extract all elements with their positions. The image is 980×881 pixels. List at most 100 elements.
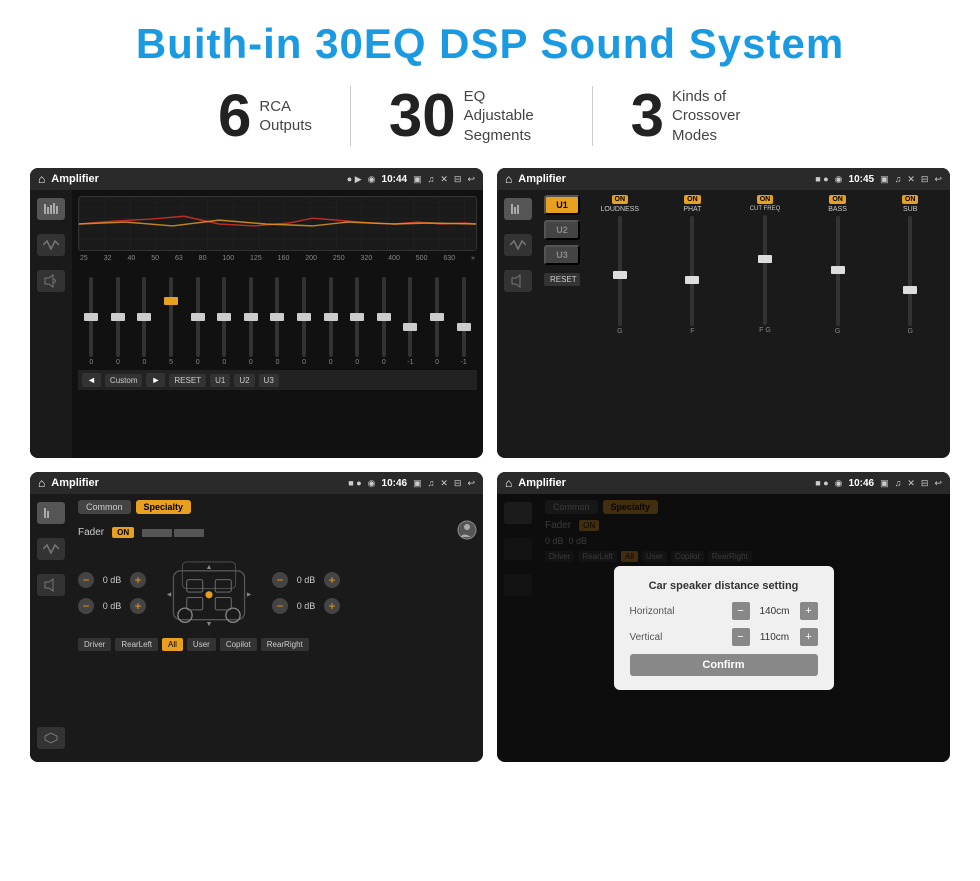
eq-side-icon-equalizer[interactable]: [37, 198, 65, 220]
close-icon-3[interactable]: ✕: [440, 478, 448, 489]
tab-common[interactable]: Common: [78, 500, 131, 514]
eq-slider-2[interactable]: 0: [109, 277, 127, 366]
camera-icon-4: ▣: [880, 478, 889, 489]
channel-cutfreq: ON CUT FREQ F G: [730, 195, 800, 335]
fader-side-wave[interactable]: [37, 538, 65, 560]
eq-u2-button[interactable]: U2: [234, 374, 254, 387]
fader-plus-1[interactable]: +: [130, 572, 146, 588]
eq-slider-12[interactable]: 0: [375, 277, 393, 366]
fader-btn-copilot[interactable]: Copilot: [220, 638, 257, 651]
location-icon-3: ◉: [368, 478, 376, 489]
status-bar-1: ⌂ Amplifier ● ▶ ◉ 10:44 ▣ ♫ ✕ ⊟ ↩: [30, 168, 483, 190]
loudness-on[interactable]: ON: [612, 195, 629, 204]
fader-minus-3[interactable]: −: [272, 572, 288, 588]
preset-u1[interactable]: U1: [544, 195, 580, 215]
minimize-icon-3[interactable]: ⊟: [454, 478, 462, 489]
eq-slider-1[interactable]: 0: [82, 277, 100, 366]
fader-side-eq[interactable]: [37, 502, 65, 524]
eq-side-icon-wave[interactable]: [37, 234, 65, 256]
eq-slider-3[interactable]: 0: [135, 277, 153, 366]
preset-u3[interactable]: U3: [544, 245, 580, 265]
fader-slider-h1[interactable]: [142, 529, 172, 537]
stats-row: 6 RCAOutputs 30 EQ AdjustableSegments 3 …: [30, 86, 950, 146]
eq-side-icon-speaker[interactable]: [37, 270, 65, 292]
phat-on[interactable]: ON: [684, 195, 701, 204]
fader-plus-2[interactable]: +: [130, 598, 146, 614]
status-bar-2: ⌂ Amplifier ■ ● ◉ 10:45 ▣ ♫ ✕ ⊟ ↩: [497, 168, 950, 190]
dialog-horizontal-minus[interactable]: −: [732, 602, 750, 620]
home-icon-2[interactable]: ⌂: [505, 172, 512, 186]
eq-slider-5[interactable]: 0: [189, 277, 207, 366]
eq-prev-button[interactable]: ◄: [82, 373, 101, 387]
eq-custom-button[interactable]: Custom: [105, 374, 143, 387]
minimize-icon-4[interactable]: ⊟: [921, 478, 929, 489]
fader-btn-driver[interactable]: Driver: [78, 638, 111, 651]
fader-plus-3[interactable]: +: [324, 572, 340, 588]
back-icon-4[interactable]: ↩: [934, 478, 942, 489]
fader-db-value-1: 0 dB: [98, 575, 126, 585]
minimize-icon-2[interactable]: ⊟: [921, 174, 929, 185]
fader-slider-h2[interactable]: [174, 529, 204, 537]
dialog-vertical-minus[interactable]: −: [732, 628, 750, 646]
home-icon-3[interactable]: ⌂: [38, 476, 45, 490]
svg-text:◄: ◄: [165, 591, 172, 599]
eq-main-panel: 25 32 40 50 63 80 100 125 160 200 250 32…: [72, 190, 483, 458]
close-icon-4[interactable]: ✕: [907, 478, 915, 489]
preset-col: U1 U2 U3 RESET: [544, 195, 580, 286]
eq-slider-14[interactable]: 0: [428, 277, 446, 366]
eq-slider-7[interactable]: 0: [242, 277, 260, 366]
crossover-reset[interactable]: RESET: [544, 273, 580, 286]
car-diagram: ▲ ▼ ◄ ►: [154, 553, 264, 633]
stat-rca-number: 6: [218, 86, 251, 146]
eq-slider-10[interactable]: 0: [322, 277, 340, 366]
fader-minus-2[interactable]: −: [78, 598, 94, 614]
eq-slider-8[interactable]: 0: [268, 277, 286, 366]
eq-u3-button[interactable]: U3: [259, 374, 279, 387]
fader-user-icon[interactable]: [457, 520, 477, 545]
eq-slider-15[interactable]: -1: [455, 277, 473, 366]
dialog-horizontal-plus[interactable]: +: [800, 602, 818, 620]
fader-minus-4[interactable]: −: [272, 598, 288, 614]
close-icon-1[interactable]: ✕: [440, 174, 448, 185]
fader-on-badge[interactable]: ON: [112, 527, 134, 538]
eq-next-button[interactable]: ►: [146, 373, 165, 387]
fader-btn-rearleft[interactable]: RearLeft: [115, 638, 158, 651]
fader-side-speaker[interactable]: [37, 574, 65, 596]
eq-slider-13[interactable]: -1: [401, 277, 419, 366]
back-icon-2[interactable]: ↩: [934, 174, 942, 185]
fader-tabs: Common Specialty: [78, 500, 477, 514]
eq-slider-4[interactable]: 5: [162, 277, 180, 366]
status-title-1: Amplifier: [51, 173, 341, 185]
fader-minus-1[interactable]: −: [78, 572, 94, 588]
crossover-side-wave[interactable]: [504, 234, 532, 256]
close-icon-2[interactable]: ✕: [907, 174, 915, 185]
dialog-vertical-plus[interactable]: +: [800, 628, 818, 646]
status-time-4: 10:46: [849, 478, 875, 489]
fader-btn-all[interactable]: All: [162, 638, 183, 651]
crossover-side-speaker[interactable]: [504, 270, 532, 292]
tab-specialty[interactable]: Specialty: [136, 500, 192, 514]
eq-graph: [78, 196, 477, 251]
cutfreq-on[interactable]: ON: [757, 195, 774, 204]
fader-btn-rearright[interactable]: RearRight: [261, 638, 309, 651]
back-icon-3[interactable]: ↩: [467, 478, 475, 489]
fader-plus-4[interactable]: +: [324, 598, 340, 614]
crossover-main: U1 U2 U3 RESET ON LOUDNESS: [539, 190, 950, 458]
back-icon-1[interactable]: ↩: [467, 174, 475, 185]
sub-on[interactable]: ON: [902, 195, 919, 204]
home-icon-4[interactable]: ⌂: [505, 476, 512, 490]
home-icon-1[interactable]: ⌂: [38, 172, 45, 186]
eq-slider-9[interactable]: 0: [295, 277, 313, 366]
eq-reset-button[interactable]: RESET: [169, 374, 206, 387]
minimize-icon-1[interactable]: ⊟: [454, 174, 462, 185]
preset-u2[interactable]: U2: [544, 220, 580, 240]
svg-text:▼: ▼: [205, 620, 212, 628]
eq-slider-6[interactable]: 0: [215, 277, 233, 366]
bass-on[interactable]: ON: [829, 195, 846, 204]
crossover-side-eq[interactable]: [504, 198, 532, 220]
fader-btn-user[interactable]: User: [187, 638, 216, 651]
eq-slider-11[interactable]: 0: [348, 277, 366, 366]
dialog-confirm-button[interactable]: Confirm: [630, 654, 818, 676]
eq-u1-button[interactable]: U1: [210, 374, 230, 387]
fader-side-expand[interactable]: [37, 727, 65, 749]
